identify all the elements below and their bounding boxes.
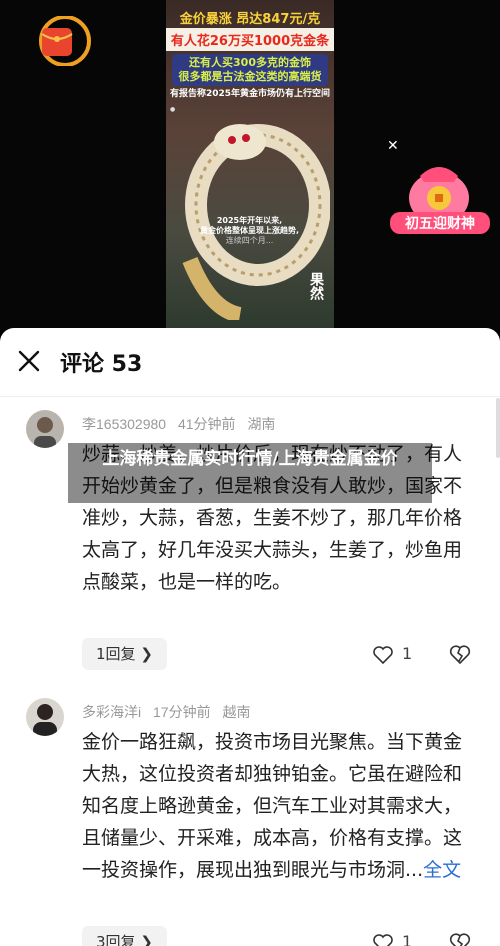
banner-detail: 还有人买300多克的金饰 很多都是古法金这类的高端货 (172, 54, 328, 86)
video-caption-line2: 黄金价格整体呈现上涨趋势, (200, 226, 300, 235)
reply-label: 3回复 (96, 933, 136, 946)
reply-button[interactable]: 3回复 ❯ (82, 926, 167, 946)
banner-detail-line2: 很多都是古法金这类的高端货 (178, 70, 322, 83)
promo-close-icon[interactable]: ✕ (387, 138, 399, 154)
heart-icon (373, 933, 393, 946)
full-text-link[interactable]: 全文 (423, 859, 461, 881)
reply-label: 1回复 (96, 645, 136, 663)
banner-headline: 金价暴涨 昂达847元/克 (179, 12, 321, 27)
banner-detail-line1: 还有人买300多克的金饰 (189, 56, 311, 69)
like-count: 1 (402, 932, 413, 946)
comment-count-title: 评论 53 (60, 352, 143, 377)
source-tag: ● (170, 106, 176, 113)
comment-sheet: 评论 53 李165302980 41分钟前 湖南 炒蒜、炒姜、炒片价后，现在炒… (0, 328, 500, 946)
avatar[interactable] (26, 410, 64, 448)
video-caption-line3: 连续四个月... (225, 236, 274, 245)
comment-time: 41分钟前 (177, 416, 236, 432)
promo-label[interactable]: 初五迎财神 (390, 212, 490, 234)
comment-username[interactable]: 李165302980 (82, 416, 166, 432)
comment-meta: 多彩海洋i 17分钟前 越南 (82, 702, 258, 722)
comment-meta: 李165302980 41分钟前 湖南 (82, 414, 283, 434)
close-icon[interactable] (18, 350, 40, 372)
video-player[interactable]: 金价暴涨 昂达847元/克 有人花26万买1000克金条 还有人买300多克的金… (0, 0, 500, 330)
video-frame: 金价暴涨 昂达847元/克 有人花26万买1000克金条 还有人买300多克的金… (166, 0, 334, 330)
comment-text-content: 金价一路狂飙，投资市场目光聚焦。当下黄金大热，这位投资者却独钟铂金。它虽在避险和… (82, 731, 463, 881)
video-signature: 果然 (308, 272, 324, 300)
like-count: 1 (402, 644, 413, 663)
avatar[interactable] (26, 698, 64, 736)
banner-subheadline: 有人花26万买1000克金条 (166, 28, 334, 51)
red-packet-icon[interactable] (36, 16, 94, 66)
scrollbar[interactable] (496, 398, 500, 458)
comment-sheet-header: 评论 53 (0, 328, 500, 396)
article-title-overlay: 上海稀贵金属实时行情/上海贵金属金价 (68, 443, 432, 503)
reply-button[interactable]: 1回复 ❯ (82, 638, 167, 670)
comment-time: 17分钟前 (153, 704, 211, 720)
broken-heart-icon[interactable] (448, 642, 472, 666)
broken-heart-icon[interactable] (448, 930, 472, 946)
heart-icon (373, 645, 393, 664)
comment-location: 湖南 (247, 416, 276, 432)
like-button[interactable]: 1 (372, 930, 422, 946)
comment-username[interactable]: 多彩海洋i (82, 704, 141, 720)
like-button[interactable]: 1 (372, 642, 422, 666)
comment-text[interactable]: 金价一路狂飙，投资市场目光聚焦。当下黄金大热，这位投资者却独钟铂金。它虽在避险和… (82, 726, 472, 918)
video-caption: 2025年开年以来, 黄金价格整体呈现上涨趋势, 连续四个月... (200, 216, 299, 246)
video-caption-line1: 2025年开年以来, (216, 216, 283, 225)
comment-location: 越南 (222, 704, 251, 720)
header-divider (0, 396, 500, 397)
banner-report: 有报告称2025年黄金市场仍有上行空间 (169, 89, 331, 99)
